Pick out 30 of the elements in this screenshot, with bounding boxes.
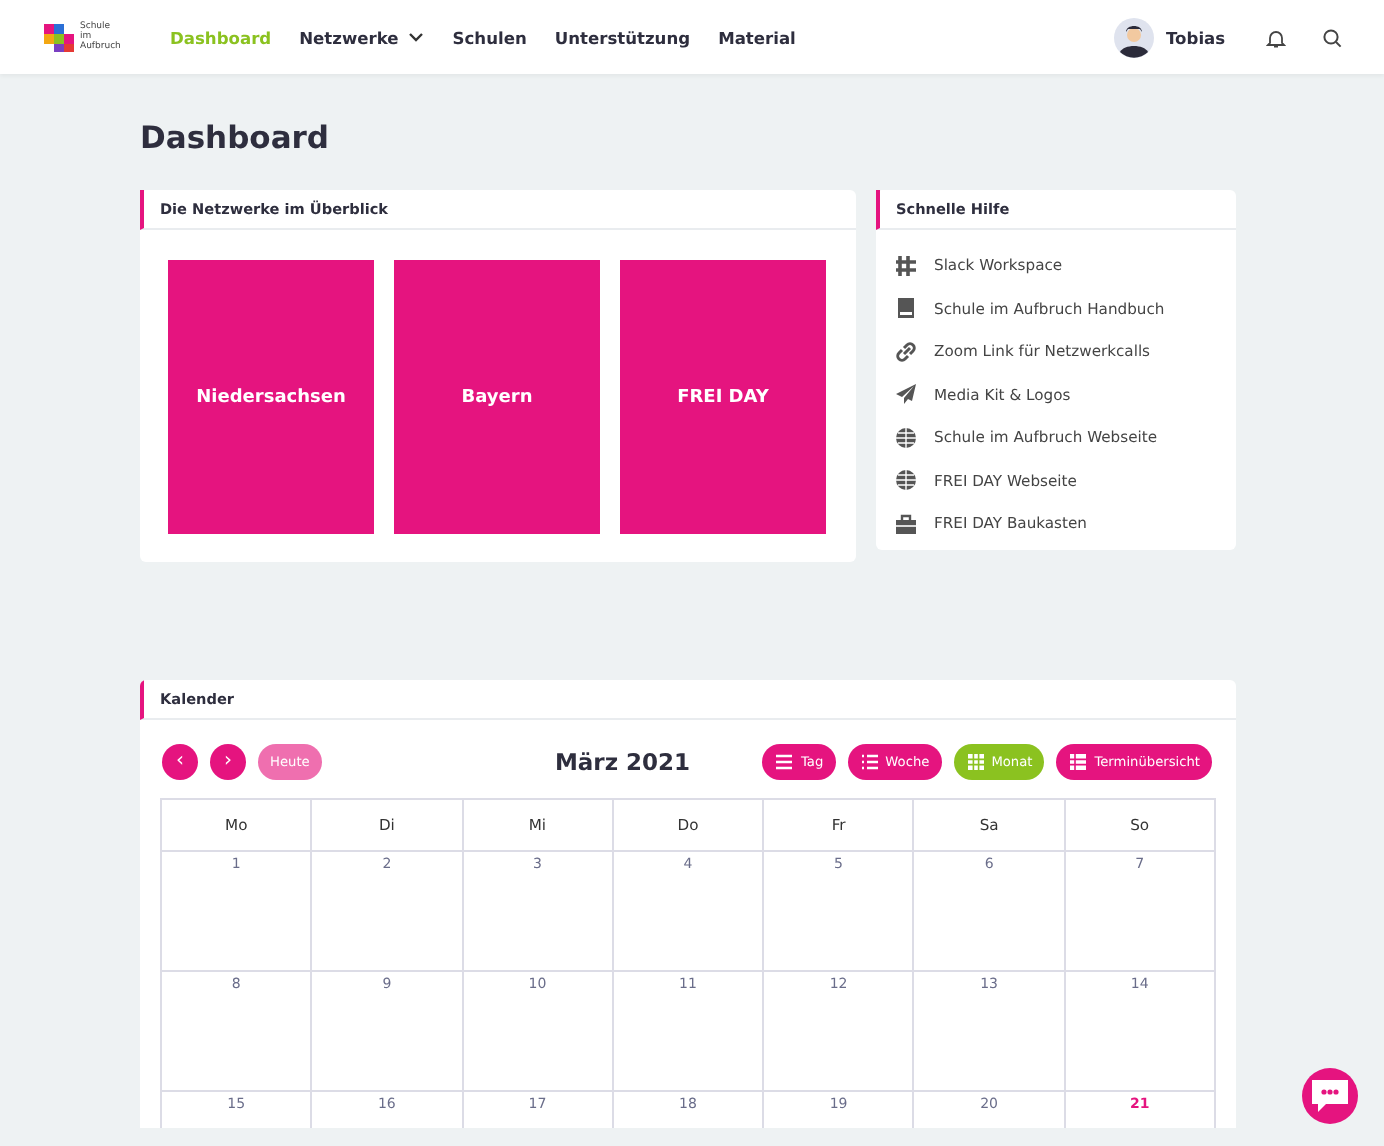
nav-link[interactable]: Schulen — [452, 27, 527, 47]
logo-icon — [44, 23, 76, 51]
bullets-icon — [859, 752, 880, 772]
hash-icon — [894, 253, 918, 278]
grid-icon — [965, 752, 986, 772]
month-title: März 2021 — [552, 748, 693, 776]
bell-icon — [1265, 27, 1286, 47]
user-name[interactable]: Tobias — [1166, 27, 1226, 47]
avatar-icon — [1114, 17, 1154, 57]
network-tile[interactable]: Niedersachsen — [168, 260, 374, 534]
network-tile[interactable]: Bayern — [394, 260, 600, 534]
table-icon — [1068, 752, 1089, 772]
network-tile[interactable]: FREI DAY — [620, 260, 826, 534]
link-icon — [894, 339, 918, 364]
page-title: Dashboard — [140, 120, 332, 158]
nav-link[interactable]: Material — [718, 27, 796, 47]
next-button[interactable]: › — [210, 744, 246, 780]
chat-button[interactable] — [1302, 1068, 1358, 1124]
nav-link[interactable]: Netzwerke — [299, 27, 425, 47]
paper-plane-icon — [894, 382, 918, 407]
toolbox-icon — [894, 511, 918, 536]
globe-icon — [894, 468, 918, 493]
book-icon — [894, 296, 918, 321]
globe-icon — [894, 425, 918, 450]
nav-link[interactable]: Unterstützung — [554, 27, 691, 47]
search-icon — [1321, 27, 1342, 47]
list-icon — [774, 752, 795, 772]
chat-icon — [1308, 1076, 1352, 1116]
previous-button[interactable]: ‹ — [162, 744, 198, 780]
chevron-down-icon — [408, 32, 425, 42]
